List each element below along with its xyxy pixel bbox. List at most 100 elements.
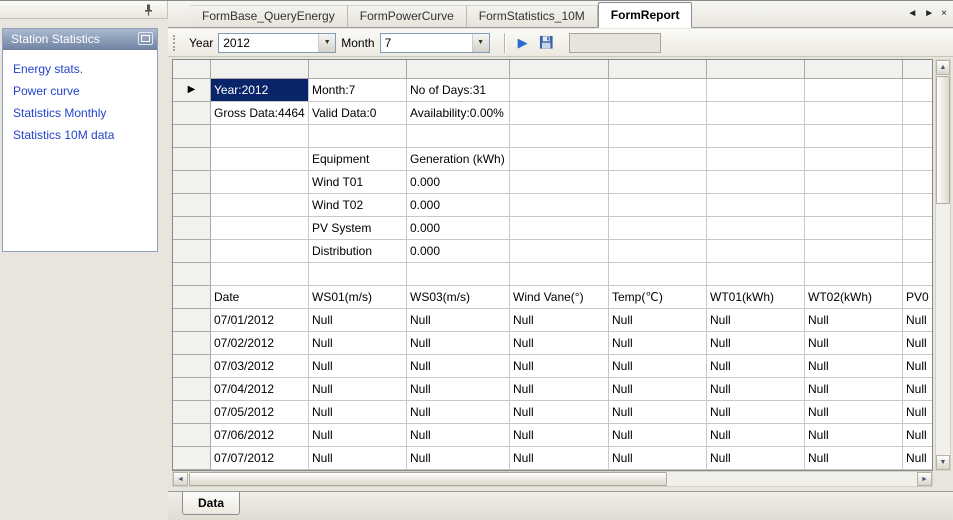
vertical-scrollbar[interactable]: ▲ ▼ <box>935 59 951 471</box>
grid-cell[interactable] <box>309 125 407 148</box>
grid-row-header[interactable] <box>173 309 211 332</box>
year-combobox[interactable]: 2012 ▼ <box>218 33 336 53</box>
grid-cell[interactable] <box>609 263 707 286</box>
grid-cell[interactable] <box>805 102 903 125</box>
grid-cell[interactable]: PV0 <box>903 286 933 309</box>
grid-cell[interactable] <box>309 263 407 286</box>
tab-scroll-left-icon[interactable]: ◄ <box>907 8 917 20</box>
grid-cell[interactable]: Null <box>309 401 407 424</box>
sidebar-item-statistics-10m-data[interactable]: Statistics 10M data <box>3 124 157 146</box>
grid-column-header[interactable] <box>510 60 609 79</box>
grid-cell[interactable]: PV System <box>309 217 407 240</box>
grid-row-header[interactable] <box>173 263 211 286</box>
grid-cell[interactable]: Null <box>510 401 609 424</box>
grid-cell[interactable]: Null <box>805 401 903 424</box>
grid-cell[interactable]: Generation (kWh) <box>407 148 510 171</box>
scroll-up-icon[interactable]: ▲ <box>936 60 950 75</box>
grid-cell[interactable]: Availability:0.00% <box>407 102 510 125</box>
grid-cell[interactable] <box>707 79 805 102</box>
grid-cell[interactable]: Null <box>510 447 609 470</box>
grid-cell[interactable]: WT02(kWh) <box>805 286 903 309</box>
grid-cell[interactable]: Null <box>309 355 407 378</box>
grid-cell[interactable]: Null <box>903 332 933 355</box>
grid-cell[interactable]: Null <box>510 309 609 332</box>
sidebar-item-statistics-monthly[interactable]: Statistics Monthly <box>3 102 157 124</box>
grid-cell[interactable]: Null <box>707 401 805 424</box>
grid-cell[interactable]: Null <box>407 309 510 332</box>
grid-cell[interactable] <box>510 125 609 148</box>
horizontal-scrollbar-thumb[interactable] <box>189 472 667 486</box>
grid-cell[interactable]: 07/01/2012 <box>211 309 309 332</box>
grid-cell[interactable]: Null <box>407 378 510 401</box>
grid-cell[interactable] <box>903 125 933 148</box>
grid-cell[interactable]: Null <box>609 332 707 355</box>
grid-cell[interactable]: Wind T01 <box>309 171 407 194</box>
grid-cell[interactable] <box>609 148 707 171</box>
grid-cell[interactable]: Null <box>805 378 903 401</box>
grid-cell[interactable] <box>609 240 707 263</box>
grid-cell[interactable]: Null <box>407 332 510 355</box>
tab-scroll-right-icon[interactable]: ► <box>924 8 934 20</box>
grid-cell[interactable]: Wind T02 <box>309 194 407 217</box>
grid-cell[interactable] <box>805 217 903 240</box>
grid-cell[interactable] <box>707 148 805 171</box>
grid-row-header[interactable] <box>173 378 211 401</box>
sidebar-item-energy-stats-[interactable]: Energy stats. <box>3 58 157 80</box>
grid-cell[interactable] <box>707 125 805 148</box>
grid-cell[interactable]: Null <box>609 355 707 378</box>
grid-cell[interactable]: Null <box>309 332 407 355</box>
grid-cell[interactable]: Null <box>805 424 903 447</box>
grid-cell[interactable] <box>510 79 609 102</box>
grid-row-header[interactable] <box>173 424 211 447</box>
grid-cell[interactable]: Null <box>707 309 805 332</box>
grid-cell[interactable] <box>903 79 933 102</box>
tab-formbase-queryenergy[interactable]: FormBase_QueryEnergy <box>190 5 348 27</box>
grid-cell[interactable] <box>211 240 309 263</box>
grid-cell[interactable]: Null <box>707 424 805 447</box>
grid-cell[interactable] <box>211 217 309 240</box>
grid-cell[interactable]: Null <box>609 447 707 470</box>
grid-row-header[interactable]: ▶ <box>173 79 211 102</box>
grid-cell[interactable]: Null <box>309 424 407 447</box>
grid-cell[interactable]: No of Days:31 <box>407 79 510 102</box>
grid-cell[interactable] <box>805 263 903 286</box>
grid-row-header[interactable] <box>173 102 211 125</box>
grid-cell[interactable]: Null <box>407 401 510 424</box>
grid-cell[interactable]: Null <box>903 424 933 447</box>
grid-cell[interactable]: Date <box>211 286 309 309</box>
grid-cell[interactable] <box>903 263 933 286</box>
run-query-button[interactable]: ▶ <box>511 32 535 54</box>
grid-cell[interactable] <box>707 171 805 194</box>
grid-cell[interactable] <box>211 263 309 286</box>
grid-cell[interactable] <box>211 125 309 148</box>
grid-cell[interactable]: Null <box>903 355 933 378</box>
grid-row-header[interactable] <box>173 286 211 309</box>
scroll-down-icon[interactable]: ▼ <box>936 455 950 470</box>
grid-cell[interactable] <box>805 148 903 171</box>
grid-row-header[interactable] <box>173 447 211 470</box>
grid-cell[interactable]: Null <box>510 378 609 401</box>
grid-cell[interactable] <box>805 194 903 217</box>
grid-column-header[interactable] <box>407 60 510 79</box>
grid-cell[interactable]: Temp(℃) <box>609 286 707 309</box>
grid-cell[interactable] <box>903 102 933 125</box>
grid-cell[interactable] <box>510 263 609 286</box>
grid-row-header[interactable] <box>173 240 211 263</box>
grid-cell[interactable]: Null <box>407 424 510 447</box>
grid-column-header[interactable] <box>609 60 707 79</box>
grid-cell[interactable]: 0.000 <box>407 240 510 263</box>
grid-cell[interactable]: Null <box>510 355 609 378</box>
grid-cell[interactable] <box>211 194 309 217</box>
grid-cell[interactable]: WS01(m/s) <box>309 286 407 309</box>
grid-column-header[interactable] <box>805 60 903 79</box>
scroll-right-icon[interactable]: ► <box>917 472 932 486</box>
grid-cell[interactable]: WS03(m/s) <box>407 286 510 309</box>
grid-cell[interactable]: 07/05/2012 <box>211 401 309 424</box>
grid-row-header[interactable] <box>173 355 211 378</box>
grid-cell[interactable]: Null <box>805 447 903 470</box>
tab-data[interactable]: Data <box>182 492 240 515</box>
grid-cell[interactable]: Null <box>609 378 707 401</box>
grid-cell[interactable] <box>707 263 805 286</box>
grid-cell[interactable]: Null <box>309 447 407 470</box>
grid-cell[interactable]: Null <box>309 309 407 332</box>
